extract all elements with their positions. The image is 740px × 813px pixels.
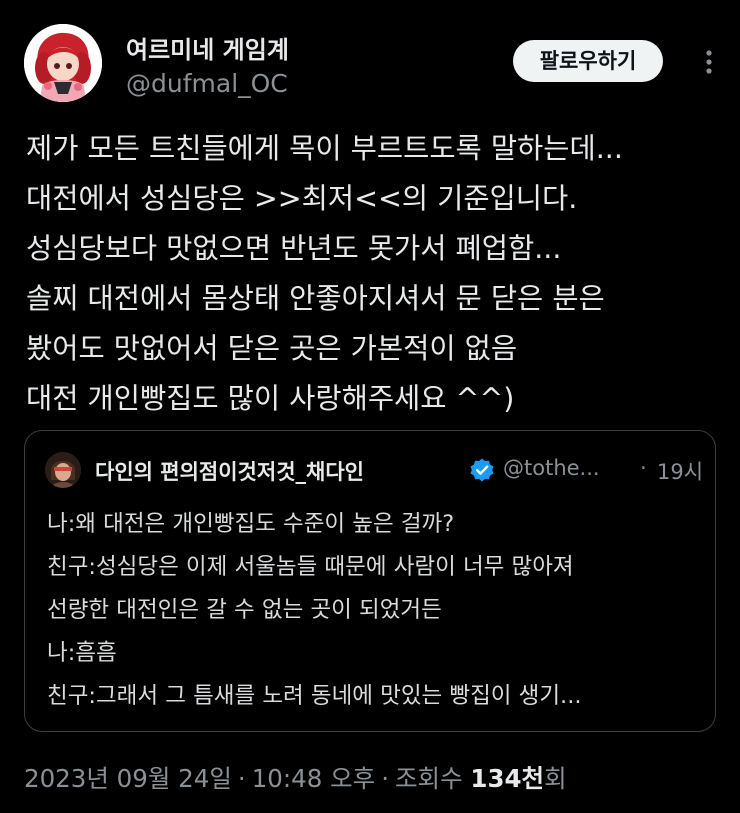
verified-badge-icon (469, 457, 495, 483)
tweet-line: 제가 모든 트친들에게 목이 부르트도록 말하는데... (26, 132, 623, 165)
views-label: 조회수 (394, 764, 463, 793)
views-suffix: 회 (544, 764, 567, 793)
quoted-timestamp[interactable]: 19시 (657, 456, 703, 486)
quoted-line: 친구:성심당은 이제 서울놈들 때문에 사람이 너무 많아져 (47, 554, 574, 580)
tweet-line: 솔찌 대전에서 몸상태 안좋아지셔서 문 닫은 분은 (26, 282, 605, 315)
tweet-body: 제가 모든 트친들에게 목이 부르트도록 말하는데... 대전에서 성심당은 >… (26, 124, 716, 424)
quoted-line: 친구:그래서 그 틈새를 노려 동네에 맛있는 빵집이 생기... (47, 683, 582, 709)
author-avatar[interactable] (24, 24, 102, 102)
quoted-line: 선량한 대전인은 갈 수 없는 곳이 되었거든 (47, 597, 442, 623)
author-handle[interactable]: @dufmal_OC (126, 69, 288, 98)
quoted-tweet-card[interactable]: 다인의 편의점이것저것_채다인 @tothe... · 19시 나:왜 대전은 … (24, 430, 716, 732)
follow-button[interactable]: 팔로우하기 (513, 40, 663, 82)
author-display-name[interactable]: 여르미네 게임계 (126, 30, 289, 65)
tweet-time[interactable]: 10:48 오후 (252, 764, 375, 793)
quoted-tweet-body: 나:왜 대전은 개인빵집도 수준이 높은 걸까? 친구:성심당은 이제 서울놈들… (47, 503, 707, 718)
tweet-header: 여르미네 게임계 @dufmal_OC 팔로우하기 (24, 24, 724, 106)
tweet-line: 대전 개인빵집도 많이 사랑해주세요 ^^) (26, 382, 515, 415)
tweet-metadata: 2023년 09월 24일 · 10:48 오후 · 조회수 134천회 (24, 760, 724, 795)
quoted-author-display-name[interactable]: 다인의 편의점이것저것_채다인 (95, 456, 364, 486)
quoted-line: 나:흠흠 (47, 640, 117, 666)
meta-separator: · (381, 764, 389, 793)
tweet-line: 대전에서 성심당은 >>최저<<의 기준입니다. (26, 182, 578, 215)
tweet-date[interactable]: 2023년 09월 24일 (24, 764, 232, 793)
meta-separator: · (237, 764, 246, 793)
tweet-line: 성심당보다 맛없으면 반년도 못가서 폐업함... (26, 232, 562, 265)
quoted-line: 나:왜 대전은 개인빵집도 수준이 높은 걸까? (47, 511, 455, 537)
more-vertical-icon[interactable] (696, 42, 722, 82)
quoted-separator: · (640, 456, 647, 480)
quoted-author-handle[interactable]: @tothe... (503, 456, 600, 480)
anime-girl-avatar-icon (24, 24, 102, 102)
quoted-avatar-icon (45, 452, 81, 488)
views-count[interactable]: 134천 (470, 764, 544, 793)
tweet-line: 봤어도 맛없어서 닫은 곳은 가본적이 없음 (26, 332, 518, 365)
quoted-author-avatar[interactable] (45, 452, 81, 488)
quoted-tweet-header: 다인의 편의점이것저것_채다인 @tothe... · 19시 (45, 452, 705, 488)
